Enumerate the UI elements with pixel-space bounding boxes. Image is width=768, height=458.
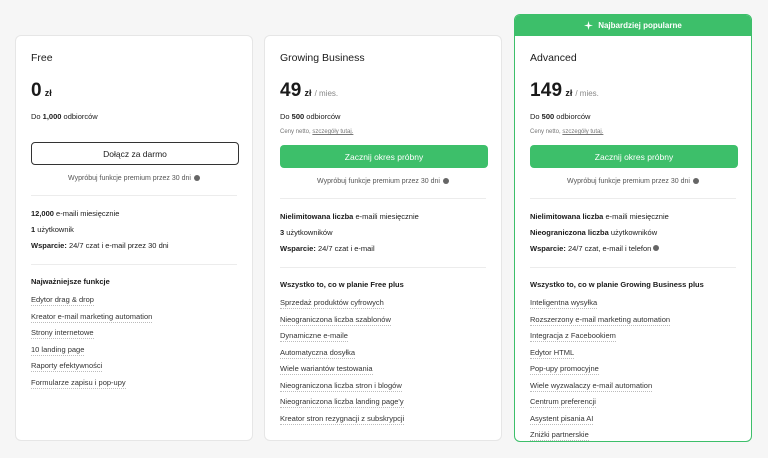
feature-item[interactable]: Wiele wariantów testowania	[280, 361, 486, 378]
feature-item[interactable]: Rozszerzony e-mail marketing automation	[530, 312, 736, 329]
details-link[interactable]: szczegóły tutaj.	[562, 129, 603, 135]
feature-item[interactable]: Formularze zapisu i pop-upy	[31, 375, 237, 392]
feature-item[interactable]: Nieograniczona liczba landing page'y	[280, 394, 486, 411]
start-trial-button[interactable]: Zacznij okres próbny	[530, 145, 738, 168]
price-row: 149 zł / mies.	[530, 80, 736, 106]
sparkle-icon	[584, 21, 594, 30]
price-note: Ceny netto, szczegóły tutaj.	[530, 129, 604, 135]
info-icon[interactable]	[193, 175, 200, 181]
price-currency: zł	[44, 88, 52, 98]
feature-item[interactable]: Wiele wyzwalaczy e-mail automation	[530, 378, 736, 395]
plan-card-free: Free 0 zł Do 1,000 odbiorców Dołącz za d…	[15, 35, 253, 441]
feature-item[interactable]: Edytor HTML	[530, 345, 736, 362]
feature-item[interactable]: Kreator stron rezygnacji z subskrypcji	[280, 411, 486, 428]
subscriber-limit: Do 1,000 odbiorców	[31, 112, 98, 121]
price-value: 149	[530, 80, 563, 101]
feature-item[interactable]: Kreator e-mail marketing automation	[31, 309, 237, 326]
trial-note: Wypróbuj funkcje premium przez 30 dni	[31, 173, 237, 183]
details-link[interactable]: szczegóły tutaj.	[312, 129, 353, 135]
feature-item[interactable]: Sprzedaż produktów cyfrowych	[280, 295, 486, 312]
feature-item[interactable]: Nieograniczona liczba stron i blogów	[280, 378, 486, 395]
feature-item[interactable]: Centrum preferencji	[530, 394, 736, 411]
start-trial-button[interactable]: Zacznij okres próbny	[280, 145, 488, 168]
feature-item[interactable]: Zniżki partnerskie	[530, 427, 736, 441]
limit-support: Wsparcie: 24/7 czat, e-mail i telefon	[530, 241, 736, 257]
features-heading: Wszystko to, co w planie Growing Busines…	[530, 280, 704, 289]
feature-item[interactable]: Strony internetowe	[31, 325, 237, 342]
join-free-button[interactable]: Dołącz za darmo	[31, 142, 239, 165]
limit-support: Wsparcie: 24/7 czat i e-mail przez 30 dn…	[31, 241, 169, 250]
price-period: / mies.	[575, 89, 599, 98]
feature-item[interactable]: 10 landing page	[31, 342, 237, 359]
divider	[280, 267, 486, 268]
price-period: / mies.	[314, 89, 339, 98]
limit-emails: Nielimitowana liczba e-maili miesięcznie	[530, 212, 669, 221]
subscriber-limit: Do 500 odbiorców	[530, 112, 591, 121]
limit-users: 3 użytkowników	[280, 228, 333, 237]
limit-users: 1 użytkownik	[31, 225, 74, 234]
limit-emails: Nielimitowana liczba e-maili miesięcznie	[280, 212, 419, 221]
feature-item[interactable]: Inteligentna wysyłka	[530, 295, 736, 312]
popular-banner: Najbardziej popularne	[515, 15, 751, 36]
trial-note: Wypróbuj funkcje premium przez 30 dni	[280, 176, 486, 186]
subscriber-limit: Do 500 odbiorców	[280, 112, 341, 121]
divider	[31, 264, 237, 265]
feature-item[interactable]: Edytor drag & drop	[31, 292, 237, 309]
features-heading: Najważniejsze funkcje	[31, 277, 110, 286]
price-value: 49	[280, 80, 302, 101]
feature-item[interactable]: Dynamiczne e-maile	[280, 328, 486, 345]
feature-item[interactable]: Nieograniczona liczba szablonów	[280, 312, 486, 329]
price-row: 0 zł	[31, 80, 237, 106]
trial-note: Wypróbuj funkcje premium przez 30 dni	[530, 176, 736, 186]
price-currency: zł	[304, 88, 312, 98]
divider	[530, 267, 736, 268]
plan-name: Free	[31, 52, 53, 64]
price-currency: zł	[565, 88, 573, 98]
feature-item[interactable]: Automatyczna dosyłka	[280, 345, 486, 362]
feature-item[interactable]: Asystent pisania AI	[530, 411, 736, 428]
price-value: 0	[31, 80, 42, 101]
price-row: 49 zł / mies.	[280, 80, 486, 106]
divider	[530, 198, 736, 199]
feature-item[interactable]: Integracja z Facebookiem	[530, 328, 736, 345]
limit-support: Wsparcie: 24/7 czat i e-mail	[280, 244, 375, 253]
plan-name: Growing Business	[280, 52, 365, 64]
divider	[31, 195, 237, 196]
limit-emails: 12,000 e-maili miesięcznie	[31, 209, 120, 218]
plan-card-growing-business: Growing Business 49 zł / mies. Do 500 od…	[264, 35, 502, 441]
plan-name: Advanced	[530, 52, 577, 64]
feature-item[interactable]: Pop-upy promocyjne	[530, 361, 736, 378]
info-icon[interactable]	[442, 178, 449, 184]
info-icon[interactable]	[653, 245, 660, 251]
plan-card-advanced: Najbardziej popularne Advanced 149 zł / …	[514, 14, 752, 442]
info-icon[interactable]	[692, 178, 699, 184]
price-note: Ceny netto, szczegóły tutaj.	[280, 129, 354, 135]
limit-users: Nieograniczona liczba użytkowników	[530, 228, 658, 237]
divider	[280, 198, 486, 199]
feature-item[interactable]: Raporty efektywności	[31, 358, 237, 375]
features-heading: Wszystko to, co w planie Free plus	[280, 280, 404, 289]
